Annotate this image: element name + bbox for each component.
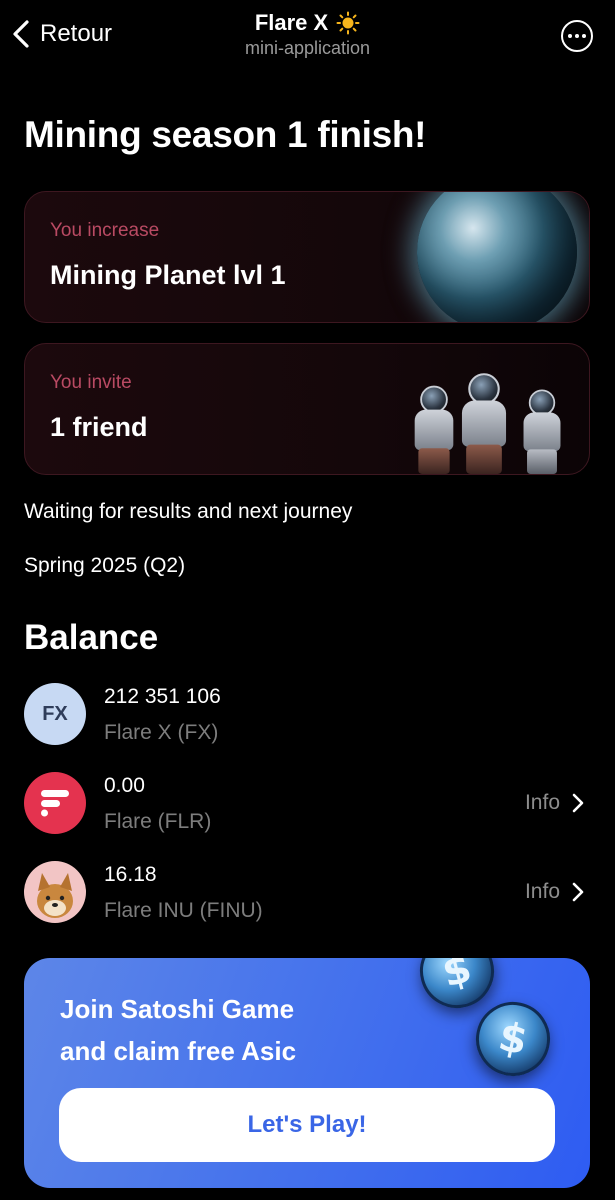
dollar-coin-icon: $ <box>469 995 557 1083</box>
card-value: Mining Planet lvl 1 <box>50 260 286 290</box>
token-name: Flare (FLR) <box>104 810 212 833</box>
legs <box>527 449 557 474</box>
more-options-button[interactable] <box>561 20 593 52</box>
more-dot <box>575 34 579 38</box>
astronaut-figure <box>458 373 511 474</box>
app-title-text: Flare X <box>254 10 329 35</box>
astronauts-image <box>409 364 579 474</box>
satoshi-game-banner: Join Satoshi Game and claim free Asic $ … <box>24 958 590 1188</box>
astronaut-figure <box>411 385 457 474</box>
app-title: Flare X <box>255 10 360 36</box>
legs <box>466 444 502 474</box>
chevron-right-icon <box>572 882 584 902</box>
lets-play-button[interactable]: Let's Play! <box>59 1088 555 1162</box>
info-link-flr[interactable]: Info <box>525 791 584 815</box>
info-label: Info <box>524 791 560 814</box>
sun-icon <box>336 11 360 35</box>
season-text: Spring 2025 (Q2) <box>24 554 186 577</box>
token-amount: 0.00 <box>104 774 145 797</box>
top-bar: Retour Flare X mini-application <box>0 0 615 80</box>
astronaut-figure <box>520 389 564 474</box>
balance-heading: Balance <box>24 618 159 657</box>
token-name: Flare X (FX) <box>104 721 219 744</box>
suit <box>461 400 507 447</box>
token-amount: 16.18 <box>104 863 157 886</box>
card-value: 1 friend <box>50 412 148 442</box>
status-text: Waiting for results and next journey <box>24 500 353 523</box>
token-amount: 212 351 106 <box>104 685 221 708</box>
more-dot <box>568 34 572 38</box>
flare-inu-token-icon <box>24 861 86 923</box>
planet-image <box>417 192 577 322</box>
invite-friends-card: You invite 1 friend <box>24 343 590 475</box>
token-name: Flare INU (FINU) <box>104 899 263 922</box>
shiba-dog-icon <box>37 873 73 918</box>
suit <box>523 412 561 452</box>
app-title-block: Flare X mini-application <box>0 10 615 59</box>
mining-planet-card: You increase Mining Planet lvl 1 <box>24 191 590 323</box>
more-dot <box>582 34 586 38</box>
card-label: You increase <box>50 220 160 241</box>
info-link-finu[interactable]: Info <box>525 880 584 904</box>
suit <box>414 409 454 451</box>
token-row-flr: 0.00 Flare (FLR) Info <box>24 772 590 842</box>
promo-line-1: Join Satoshi Game <box>60 994 295 1024</box>
app-subtitle: mini-application <box>244 38 371 58</box>
page-title: Mining season 1 finish! <box>24 114 427 155</box>
chevron-right-icon <box>572 793 584 813</box>
token-row-finu: 16.18 Flare INU (FINU) Info <box>24 861 590 931</box>
promo-line-2: and claim free Asic <box>60 1036 297 1066</box>
flare-logo-icon <box>41 790 69 817</box>
card-label: You invite <box>50 372 132 393</box>
fx-token-icon: FX <box>24 683 86 745</box>
token-row-fx: FX 212 351 106 Flare X (FX) <box>24 683 590 753</box>
flare-token-icon <box>24 772 86 834</box>
legs <box>418 448 450 474</box>
dollar-coin-icon: $ <box>411 958 503 1017</box>
info-label: Info <box>524 880 560 903</box>
